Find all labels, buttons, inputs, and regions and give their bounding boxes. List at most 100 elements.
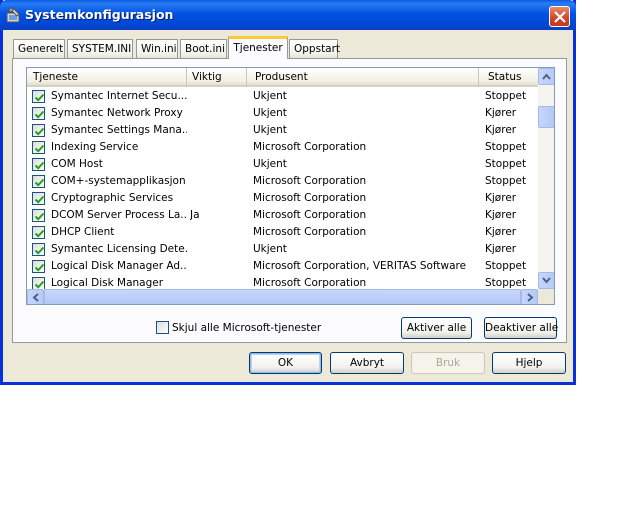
service-status: Stoppet	[485, 90, 527, 102]
service-checkbox[interactable]	[32, 209, 45, 222]
horizontal-scroll-thumb[interactable]	[44, 289, 521, 304]
service-status: Stoppet	[485, 158, 527, 170]
apply-button[interactable]: Bruk	[411, 352, 485, 374]
checkmark-icon	[34, 144, 45, 153]
service-checkbox[interactable]	[32, 124, 45, 137]
service-status: Stoppet	[485, 141, 527, 153]
service-status: Kjører	[485, 192, 517, 204]
tab-boot-ini[interactable]: Boot.ini	[180, 39, 227, 58]
service-checkbox[interactable]	[32, 158, 45, 171]
chevron-left-icon	[32, 293, 39, 302]
tab-tjenester[interactable]: Tjenester	[228, 36, 288, 59]
table-row[interactable]: Symantec Internet Secu... Ukjent Stoppet	[27, 88, 538, 105]
hide-ms-services-label[interactable]: Skjul alle Microsoft-tjenester	[172, 321, 321, 335]
tab-generelt[interactable]: Generelt	[13, 39, 65, 58]
vertical-scrollbar[interactable]	[538, 68, 554, 289]
table-row[interactable]: Symantec Settings Mana... Ukjent Kjører	[27, 122, 538, 139]
column-header-status[interactable]: Status	[479, 68, 538, 87]
service-status: Kjører	[485, 243, 517, 255]
tab-win-ini[interactable]: Win.ini	[136, 39, 178, 58]
checkmark-icon	[34, 93, 45, 102]
service-name: Symantec Settings Mana...	[51, 124, 187, 136]
service-status: Stoppet	[485, 277, 527, 289]
close-icon	[554, 11, 566, 23]
service-manufacturer: Ukjent	[253, 107, 287, 119]
services-list[interactable]: Tjeneste Viktig Produsent Status Symante…	[26, 67, 555, 305]
table-row[interactable]: Indexing Service Microsoft Corporation Sto…	[27, 139, 538, 156]
table-row[interactable]: Logical Disk Manager Ad... Microsoft Corp…	[27, 258, 538, 275]
title-bar[interactable]: Systemkonfigurasjon	[0, 0, 576, 30]
table-row[interactable]: Symantec Licensing Dete... Ukjent Kjører	[27, 241, 538, 258]
tab-system-ini[interactable]: SYSTEM.INI	[67, 39, 133, 58]
enable-all-button[interactable]: Aktiver alle	[401, 317, 472, 339]
service-essential	[190, 258, 245, 275]
service-checkbox[interactable]	[32, 90, 45, 103]
service-name: Symantec Network Proxy	[51, 107, 183, 119]
hide-ms-services-checkbox[interactable]	[156, 321, 169, 334]
table-row[interactable]: Cryptographic Services Microsoft Corporat…	[27, 190, 538, 207]
service-name: Logical Disk Manager Ad...	[51, 260, 187, 272]
ok-button[interactable]: OK	[249, 352, 322, 374]
service-manufacturer: Microsoft Corporation	[253, 141, 367, 153]
help-button[interactable]: Hjelp	[492, 352, 566, 374]
table-row[interactable]: COM Host Ukjent Stoppet	[27, 156, 538, 173]
service-manufacturer: Microsoft Corporation	[253, 226, 367, 238]
disable-all-button[interactable]: Deaktiver alle	[484, 317, 558, 339]
service-essential	[190, 88, 245, 105]
column-header-essential[interactable]: Viktig	[187, 68, 247, 87]
close-button[interactable]	[549, 6, 570, 27]
service-manufacturer: Ukjent	[253, 158, 287, 170]
service-checkbox[interactable]	[32, 277, 45, 289]
scroll-right-button[interactable]	[521, 289, 538, 304]
service-name: Symantec Internet Secu...	[51, 90, 187, 102]
service-name: DHCP Client	[51, 226, 115, 238]
table-row[interactable]: DCOM Server Process La... Ja Microsoft Cor…	[27, 207, 538, 224]
service-essential	[190, 139, 245, 156]
table-row[interactable]: DHCP Client Microsoft Corporation Kjører	[27, 224, 538, 241]
checkmark-icon	[34, 195, 45, 204]
scroll-left-button[interactable]	[27, 289, 44, 304]
service-checkbox[interactable]	[32, 192, 45, 205]
table-row[interactable]: Symantec Network Proxy Ukjent Kjører	[27, 105, 538, 122]
service-checkbox[interactable]	[32, 226, 45, 239]
chevron-right-icon	[527, 293, 534, 302]
checkmark-icon	[34, 161, 45, 170]
scroll-down-button[interactable]	[538, 272, 554, 289]
cancel-button[interactable]: Avbryt	[330, 352, 404, 374]
scroll-up-button[interactable]	[538, 68, 554, 85]
checkmark-icon	[34, 263, 45, 272]
service-essential	[190, 241, 245, 258]
service-checkbox[interactable]	[32, 141, 45, 154]
column-header-service[interactable]: Tjeneste	[27, 68, 187, 87]
service-name: Logical Disk Manager	[51, 277, 164, 289]
service-essential	[190, 224, 245, 241]
horizontal-scrollbar[interactable]	[27, 289, 538, 304]
service-essential	[190, 275, 245, 289]
service-essential	[190, 190, 245, 207]
service-checkbox[interactable]	[32, 107, 45, 120]
checkmark-icon	[34, 110, 45, 119]
service-manufacturer: Ukjent	[253, 124, 287, 136]
service-checkbox[interactable]	[32, 260, 45, 273]
service-essential	[190, 122, 245, 139]
service-checkbox[interactable]	[32, 175, 45, 188]
table-row[interactable]: COM+-systemapplikasjon Microsoft Corporat…	[27, 173, 538, 190]
checkmark-icon	[34, 212, 45, 221]
checkmark-icon	[34, 280, 45, 289]
chevron-down-icon	[542, 277, 551, 284]
service-name: DCOM Server Process La...	[51, 209, 187, 221]
table-row[interactable]: Logical Disk Manager Microsoft Corporatio…	[27, 275, 538, 289]
system-configuration-window: Systemkonfigurasjon Generelt SYSTEM.INI …	[0, 0, 576, 385]
column-header-manufacturer[interactable]: Produsent	[247, 68, 479, 87]
services-panel: Tjeneste Viktig Produsent Status Symante…	[12, 58, 567, 343]
vertical-scroll-thumb[interactable]	[538, 106, 554, 128]
checkmark-icon	[34, 246, 45, 255]
service-checkbox[interactable]	[32, 243, 45, 256]
service-status: Kjører	[485, 226, 517, 238]
service-name: Symantec Licensing Dete...	[51, 243, 187, 255]
checkmark-icon	[34, 178, 45, 187]
service-name: COM+-systemapplikasjon	[51, 175, 186, 187]
tab-oppstart[interactable]: Oppstart	[289, 39, 340, 58]
checkmark-icon	[34, 229, 45, 238]
service-essential: Ja	[190, 209, 200, 221]
